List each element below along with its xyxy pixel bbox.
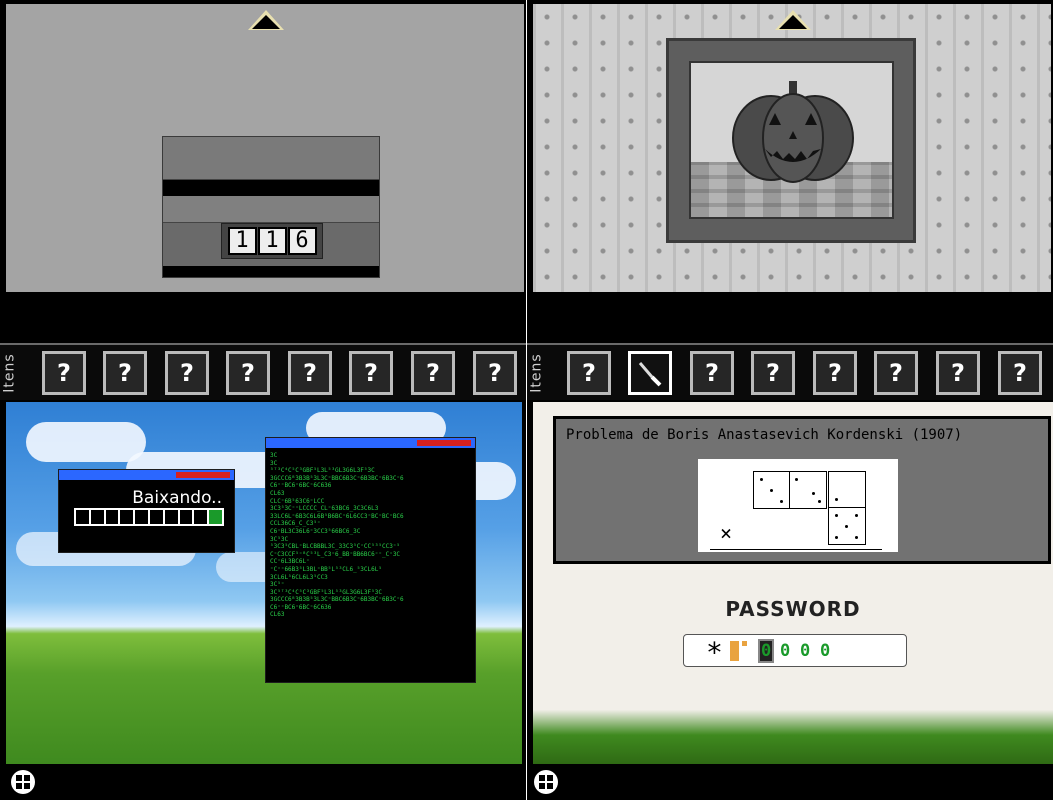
inventory-slot-6[interactable]: ? [874, 351, 918, 395]
inventory-slot-knife[interactable] [628, 351, 672, 395]
password-view: Problema de Boris Anastasevich Kordenski… [527, 400, 1053, 800]
navigate-up-arrow-icon[interactable] [248, 10, 284, 32]
sum-line [710, 549, 882, 550]
download-progress-bar [74, 508, 224, 526]
unknown-block-icon: ? [828, 359, 842, 387]
inventory-slot-8[interactable]: ? [998, 351, 1042, 395]
inventory-slot-1[interactable]: ? [567, 351, 611, 395]
window-titlebar [266, 438, 475, 448]
navigate-up-arrow-icon[interactable] [775, 10, 811, 32]
lock-digit-1[interactable]: 1 [227, 227, 257, 255]
inventory-slot-2[interactable]: ? [103, 351, 147, 395]
key-icon [730, 641, 739, 661]
taskbar [0, 764, 526, 800]
taskbar [527, 764, 1053, 800]
room-view-painting: Itens ? ? ? ? ? ? ? [527, 0, 1053, 400]
window-titlebar [59, 470, 234, 480]
password-prefix: * [706, 636, 723, 669]
inventory-slot-1[interactable]: ? [42, 351, 86, 395]
inventory-slot-8[interactable]: ? [473, 351, 517, 395]
puzzle-panel: Problema de Boris Anastasevich Kordenski… [553, 416, 1051, 564]
inventory-slot-5[interactable]: ? [288, 351, 332, 395]
inventory-label: Itens [1, 353, 18, 393]
password-digit-2[interactable]: 0 [780, 641, 790, 661]
wall-scene: 1 1 6 [6, 4, 524, 292]
password-label: PASSWORD [725, 597, 861, 621]
room-view-lock: 1 1 6 Itens ? ? ? ? ? ? ? ? [0, 0, 526, 400]
password-digit-4[interactable]: 0 [820, 641, 830, 661]
close-button[interactable] [417, 440, 471, 446]
inventory-slot-7[interactable]: ? [936, 351, 980, 395]
inventory-bar: Itens ? ? ? ? ? ? ? ? [0, 343, 526, 400]
inventory-slot-4[interactable]: ? [751, 351, 795, 395]
domino-horizontal [753, 471, 827, 509]
password-input[interactable]: * 0 0 0 0 [683, 634, 907, 669]
app-logo-icon[interactable] [533, 769, 559, 795]
domino-vertical [828, 471, 866, 545]
close-button[interactable] [176, 472, 230, 478]
lock-digit-3[interactable]: 6 [287, 227, 317, 255]
inventory-bar: Itens ? ? ? ? ? ? ? [527, 343, 1053, 400]
inventory-slot-4[interactable]: ? [226, 351, 270, 395]
inventory-label: Itens [528, 353, 545, 393]
painting-canvas [689, 61, 894, 219]
locked-box: 1 1 6 [162, 136, 380, 278]
inventory-slot-3[interactable]: ? [690, 351, 734, 395]
knife-icon [638, 362, 662, 387]
multiply-sign: × [720, 521, 733, 545]
painting-frame[interactable] [666, 38, 916, 243]
terminal-output: 3C 3C ⁵ᵀ³C⁴C⁵C³GBF⁵L3L⁵³GL3G6L3F⁵3C 3GCC… [270, 452, 404, 619]
password-digit-1[interactable]: 0 [758, 639, 775, 663]
app-logo-icon[interactable] [10, 769, 36, 795]
terminal-window: 3C 3C ⁵ᵀ³C⁴C⁵C³GBF⁵L3L⁵³GL3G6L3F⁵3C 3GCC… [265, 437, 476, 683]
lock-digit-2[interactable]: 1 [257, 227, 287, 255]
domino-puzzle: × [698, 459, 898, 552]
password-digit-3[interactable]: 0 [800, 641, 810, 661]
download-window: Baixando.. [58, 469, 235, 553]
wallpaper-scene [533, 4, 1051, 292]
inventory-slot-7[interactable]: ? [411, 351, 455, 395]
puzzle-title: Problema de Boris Anastasevich Kordenski… [566, 427, 963, 443]
unknown-dots-icon: ? [766, 359, 780, 387]
inventory-slot-6[interactable]: ? [349, 351, 393, 395]
password-screen: Problema de Boris Anastasevich Kordenski… [533, 402, 1053, 764]
inventory-slot-5[interactable]: ? [813, 351, 857, 395]
download-status: Baixando.. [132, 488, 222, 508]
combination-lock: 1 1 6 [221, 223, 323, 259]
pumpkin-icon [732, 81, 854, 183]
inventory-slot-3[interactable]: ? [165, 351, 209, 395]
